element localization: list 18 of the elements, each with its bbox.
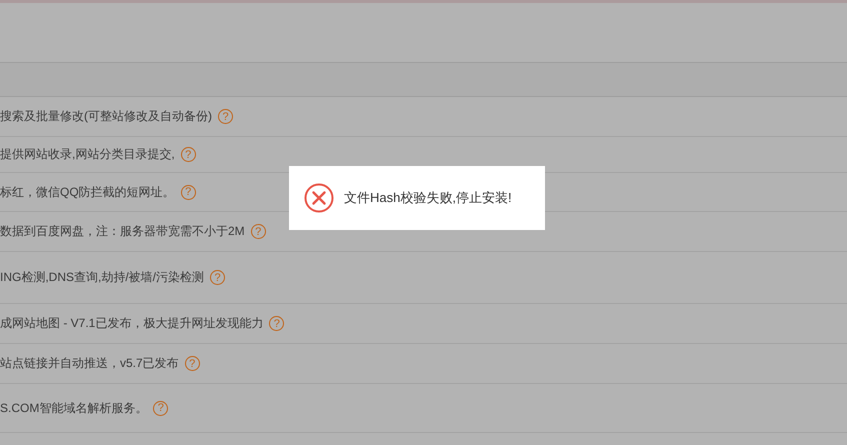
help-icon[interactable]: ? <box>218 109 233 124</box>
help-icon[interactable]: ? <box>153 400 168 416</box>
feature-description: 提供网站收录,网站分类目录提交, <box>0 146 175 163</box>
feature-description: 标红，微信QQ防拦截的短网址。 <box>0 184 175 200</box>
help-icon[interactable]: ? <box>180 147 196 162</box>
error-message: 文件Hash校验失败,停止安装! <box>344 189 512 207</box>
help-icon[interactable]: ? <box>180 184 196 200</box>
help-icon[interactable]: ? <box>269 316 284 331</box>
feature-description: 搜索及批量修改(可整站修改及自动备份) <box>0 108 212 125</box>
help-icon[interactable]: ? <box>184 356 200 371</box>
error-icon <box>304 183 334 213</box>
feature-description: 成网站地图 - V7.1已发布，极大提升网址发现能力 <box>0 315 264 332</box>
feature-description: 数据到百度网盘，注：服务器带宽需不小于2M <box>0 223 245 240</box>
feature-description: S.COM智能域名解析服务。 <box>0 400 148 416</box>
feature-description: 站点链接并自动推送，v5.7已发布 <box>0 355 179 372</box>
help-icon[interactable]: ? <box>210 270 226 285</box>
help-icon[interactable]: ? <box>250 224 266 239</box>
feature-description: ING检测,DNS查询,劫持/被墙/污染检测 <box>0 269 204 286</box>
